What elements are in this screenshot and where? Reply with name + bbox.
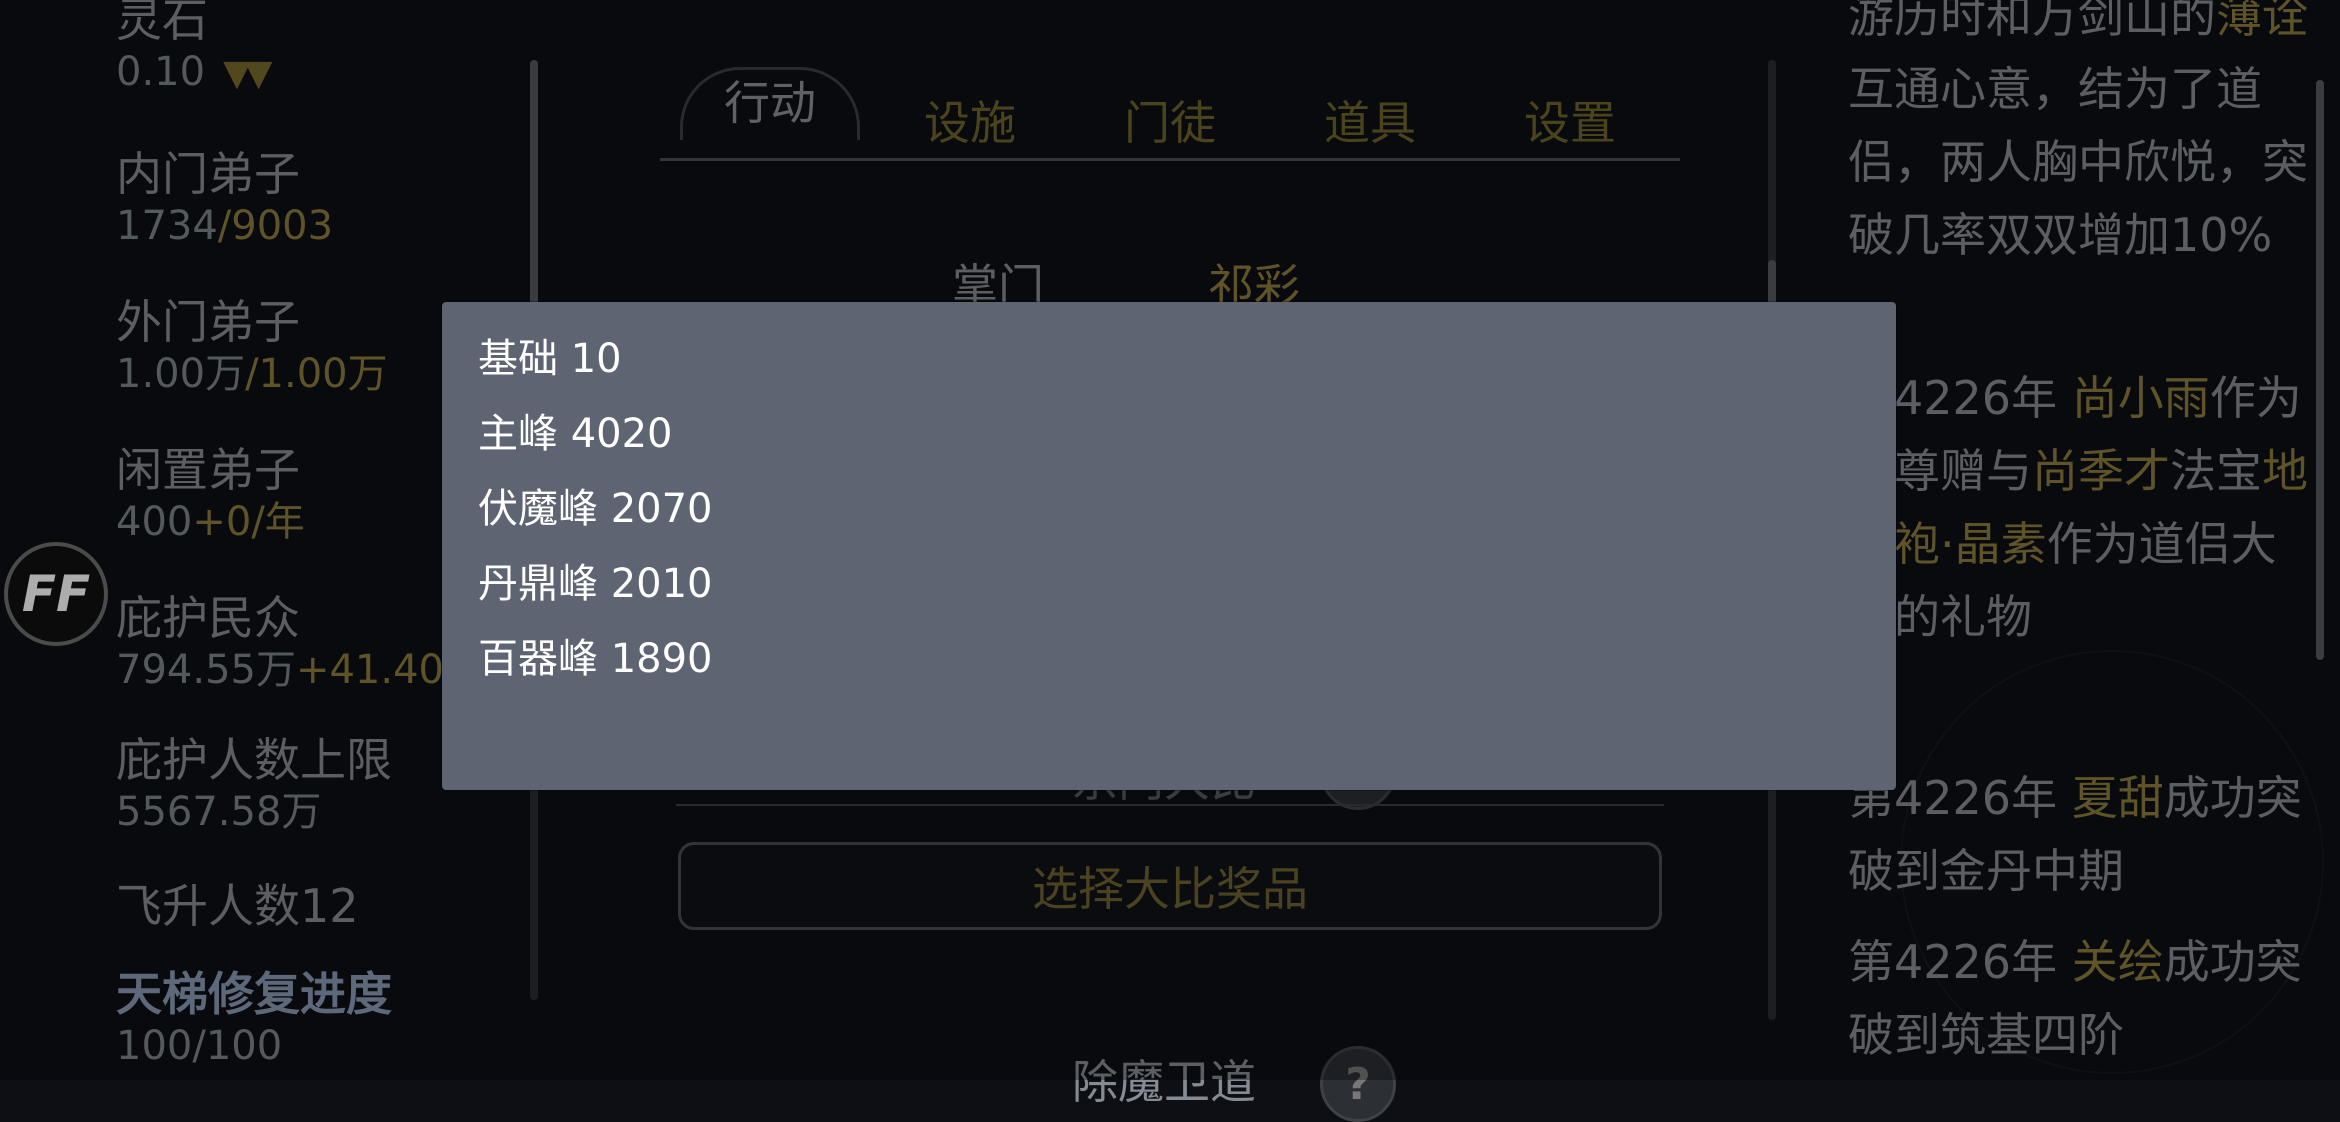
stat-label: 飞升人数12 bbox=[116, 879, 359, 933]
stat-value: 100/100 bbox=[116, 1023, 283, 1069]
fast-forward-button[interactable]: FF bbox=[4, 542, 108, 646]
log-entry: 第4226年 关绘成功突破到筑基四阶 bbox=[1848, 935, 2302, 1062]
stat-delta: +0/年 bbox=[192, 499, 305, 545]
breakdown-row-demon-peak: 伏魔峰 2070 bbox=[478, 486, 713, 532]
tab-disciples[interactable]: 门徒 bbox=[1080, 80, 1260, 160]
scrollbar-thumb[interactable] bbox=[530, 60, 538, 320]
stat-label: 闲置弟子 bbox=[116, 443, 300, 497]
tab-facilities[interactable]: 设施 bbox=[880, 80, 1060, 160]
select-prize-button[interactable]: 选择大比奖品 bbox=[678, 842, 1662, 930]
breakdown-row-base: 基础 10 bbox=[478, 336, 622, 382]
stat-idle-disciples: 闲置弟子 400+0/年 bbox=[116, 442, 305, 546]
stat-inner-disciples: 内门弟子 1734/9003 bbox=[116, 147, 334, 249]
stat-current: 1.00万 bbox=[116, 351, 246, 397]
log-entry: 第4226年 夏甜成功突破到金丹中期 bbox=[1848, 771, 2302, 898]
stat-max: 9003 bbox=[231, 203, 334, 249]
right-scrollbar[interactable] bbox=[2316, 80, 2324, 660]
stat-delta: +41.40 bbox=[295, 647, 444, 693]
stat-protected-people: 庇护民众 794.55万+41.40 bbox=[116, 590, 444, 694]
log-entry: 游历时和万剑山的薄诠互通心意，结为了道侣，两人胸中欣悦，突破几率双双增加10% bbox=[1848, 0, 2308, 262]
demon-slaying-label: 除魔卫道 bbox=[1072, 1055, 1256, 1109]
breakdown-row-alchemy-peak: 丹鼎峰 2010 bbox=[478, 561, 713, 607]
stat-current: 794.55万 bbox=[116, 647, 296, 693]
scrollbar-thumb[interactable] bbox=[2316, 80, 2324, 660]
tab-settings[interactable]: 设置 bbox=[1480, 80, 1660, 160]
stat-label: 天梯修复进度 bbox=[116, 967, 392, 1021]
stat-label: 外门弟子 bbox=[116, 295, 300, 349]
stat-label: 庇护民众 bbox=[116, 591, 300, 645]
stat-current: 1734 bbox=[116, 203, 218, 249]
stat-label: 庇护人数上限 bbox=[116, 733, 392, 787]
help-icon[interactable]: ? bbox=[1320, 1046, 1396, 1122]
breakdown-row-artifact-peak: 百器峰 1890 bbox=[478, 636, 713, 682]
stat-max: 1.00万 bbox=[258, 351, 388, 397]
section-divider bbox=[676, 804, 1664, 806]
stat-outer-disciples: 外门弟子 1.00万/1.00万 bbox=[116, 295, 388, 397]
breakdown-row-main-peak: 主峰 4020 bbox=[478, 411, 673, 457]
stat-label: 内门弟子 bbox=[116, 147, 300, 201]
stat-ladder-repair: 天梯修复进度 100/100 bbox=[116, 966, 392, 1070]
stat-label: 灵石 bbox=[116, 0, 208, 47]
tab-items[interactable]: 道具 bbox=[1280, 80, 1460, 160]
stat-ascended-count: 飞升人数12 bbox=[116, 878, 359, 934]
trend-down-icon: ▼▼ bbox=[223, 53, 272, 94]
tab-action[interactable]: 行动 bbox=[680, 60, 860, 140]
stat-protection-limit: 庇护人数上限 5567.58万 bbox=[116, 732, 392, 836]
log-entry: 第4226年 尚小雨作为师尊赠与尚季才法宝地阶袍·晶素作为道侣大典的礼物 bbox=[1848, 371, 2308, 644]
stat-current: 400 bbox=[116, 499, 193, 545]
score-breakdown-popup[interactable]: 基础 10 主峰 4020 伏魔峰 2070 丹鼎峰 2010 百器峰 1890 bbox=[442, 302, 1896, 790]
stat-value: 0.10 bbox=[116, 49, 206, 95]
main-tab-bar: 行动 设施 门徒 道具 设置 bbox=[640, 20, 1700, 170]
stat-value: 5567.58万 bbox=[116, 789, 322, 835]
stat-spirit-stone: 灵石 0.10 ▼▼ bbox=[116, 0, 272, 98]
